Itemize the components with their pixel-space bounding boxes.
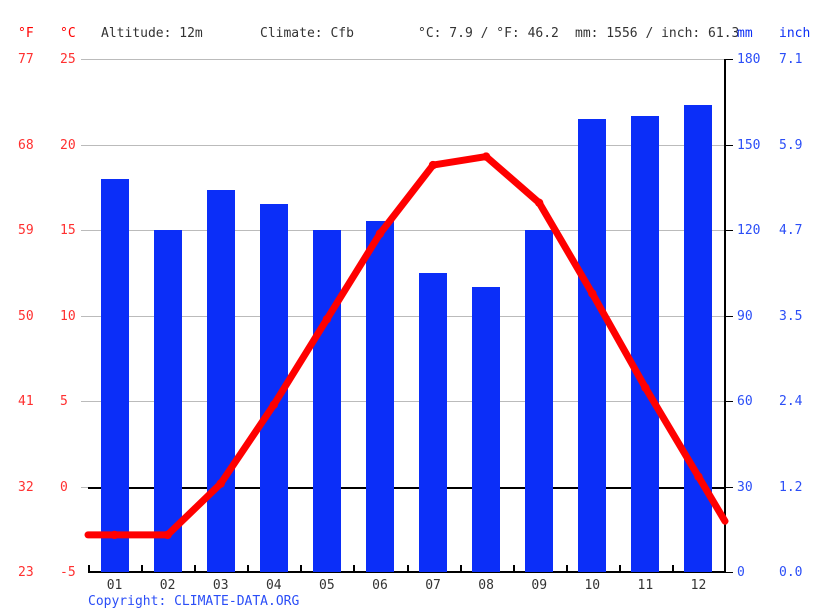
precipitation-bar [684, 104, 713, 572]
x-axis-label-month: 04 [265, 578, 282, 593]
x-axis-label-month: 09 [531, 578, 548, 593]
y-tick-fahrenheit: 41 [18, 394, 34, 409]
y-tick-inch: 4.7 [779, 223, 803, 238]
y-tick-inch: 5.9 [779, 137, 803, 153]
y-tick-celsius: 5 [60, 394, 68, 409]
x-axis-tick [565, 565, 568, 573]
precipitation-bar [365, 221, 394, 572]
y-tick-mm: 120 [737, 223, 761, 238]
y-tick-fahrenheit: 23 [18, 565, 34, 580]
precipitation-bar [153, 230, 182, 572]
x-axis-label-month: 07 [425, 578, 441, 593]
left-axis-tick [81, 144, 88, 146]
x-axis-label-month: 10 [584, 578, 601, 593]
y-tick-fahrenheit: 77 [18, 52, 34, 67]
header-unit-inch: inch [779, 26, 811, 41]
y-tick-mm: 90 [737, 308, 753, 324]
y-tick-fahrenheit: 50 [18, 308, 34, 324]
right-axis-tick [726, 315, 733, 317]
y-tick-mm: 150 [737, 137, 761, 153]
header-unit-mm: mm [737, 26, 753, 41]
precipitation-bar [312, 230, 341, 572]
y-tick-celsius: 20 [60, 137, 76, 153]
x-axis-tick [618, 565, 621, 573]
x-axis-label-month: 11 [637, 578, 654, 593]
header-unit-fahrenheit: °F [18, 26, 34, 41]
left-axis-tick [81, 486, 88, 488]
y-tick-celsius: 15 [60, 223, 76, 238]
left-axis-tick [81, 230, 88, 231]
x-axis-label-month: 03 [212, 578, 229, 593]
right-axis-tick [726, 144, 733, 146]
plot-area [88, 59, 725, 573]
header-mean-temperature: °C: 7.9 / °F: 46.2 [418, 26, 559, 41]
left-axis-tick [81, 315, 88, 317]
x-axis-label-month: 06 [372, 578, 388, 593]
y-tick-inch: 1.2 [779, 479, 803, 495]
gridline [88, 401, 725, 402]
axis-left-cap [88, 565, 90, 573]
gridline [88, 230, 725, 231]
right-axis-tick [726, 401, 733, 402]
precipitation-bar [472, 287, 501, 572]
y-tick-celsius: 25 [60, 52, 76, 67]
header-unit-celsius: °C [60, 26, 76, 41]
right-axis-tick [726, 486, 733, 488]
x-axis-label-month: 01 [106, 578, 123, 593]
climate-chart: °F °C Altitude: 12m Climate: Cfb °C: 7.9… [0, 0, 815, 611]
y-tick-celsius: 0 [60, 479, 68, 495]
x-axis-tick [512, 565, 515, 573]
header-total-precipitation: mm: 1556 / inch: 61.3 [575, 26, 740, 41]
precipitation-bar [100, 178, 129, 572]
left-axis-tick [81, 59, 88, 60]
x-axis-tick [247, 565, 250, 573]
header-altitude: Altitude: 12m [101, 26, 203, 41]
gridline [88, 315, 725, 317]
y-tick-inch: 2.4 [779, 394, 803, 409]
gridline [88, 59, 725, 60]
precipitation-bar [206, 190, 235, 572]
x-axis-tick [406, 565, 409, 573]
gridline [88, 144, 725, 146]
x-axis-tick [353, 565, 356, 573]
x-axis-label-month: 12 [690, 578, 707, 593]
y-tick-inch: 7.1 [779, 52, 803, 67]
y-tick-fahrenheit: 59 [18, 223, 34, 238]
x-axis-tick [194, 565, 197, 573]
x-axis-label-month: 08 [478, 578, 494, 593]
right-axis-tick [726, 59, 733, 60]
header-climate: Climate: Cfb [260, 26, 354, 41]
y-tick-fahrenheit: 68 [18, 137, 34, 153]
y-tick-mm: 0 [737, 565, 745, 580]
x-axis-label-month: 02 [159, 578, 176, 593]
precipitation-bar [525, 230, 554, 572]
y-tick-fahrenheit: 32 [18, 479, 34, 495]
x-axis-label-month: 05 [319, 578, 335, 593]
y-tick-mm: 60 [737, 394, 753, 409]
precipitation-bar [578, 118, 607, 572]
zero-degree-line [88, 486, 725, 489]
y-tick-mm: 180 [737, 52, 761, 67]
right-axis-tick [726, 230, 733, 231]
x-axis-tick [141, 565, 144, 573]
right-axis-tick [726, 572, 733, 573]
precipitation-bar [631, 116, 660, 572]
precipitation-bar [259, 204, 288, 572]
left-axis-tick [81, 401, 88, 402]
y-tick-mm: 30 [737, 479, 753, 495]
y-tick-inch: 0.0 [779, 565, 803, 580]
x-axis-tick [300, 565, 303, 573]
y-tick-celsius: 10 [60, 308, 76, 324]
x-axis-tick [671, 565, 674, 573]
y-tick-celsius: -5 [60, 565, 76, 580]
y-tick-inch: 3.5 [779, 308, 803, 324]
precipitation-bar [419, 272, 448, 572]
copyright-text: Copyright: CLIMATE-DATA.ORG [88, 594, 300, 609]
x-axis-tick [459, 565, 462, 573]
